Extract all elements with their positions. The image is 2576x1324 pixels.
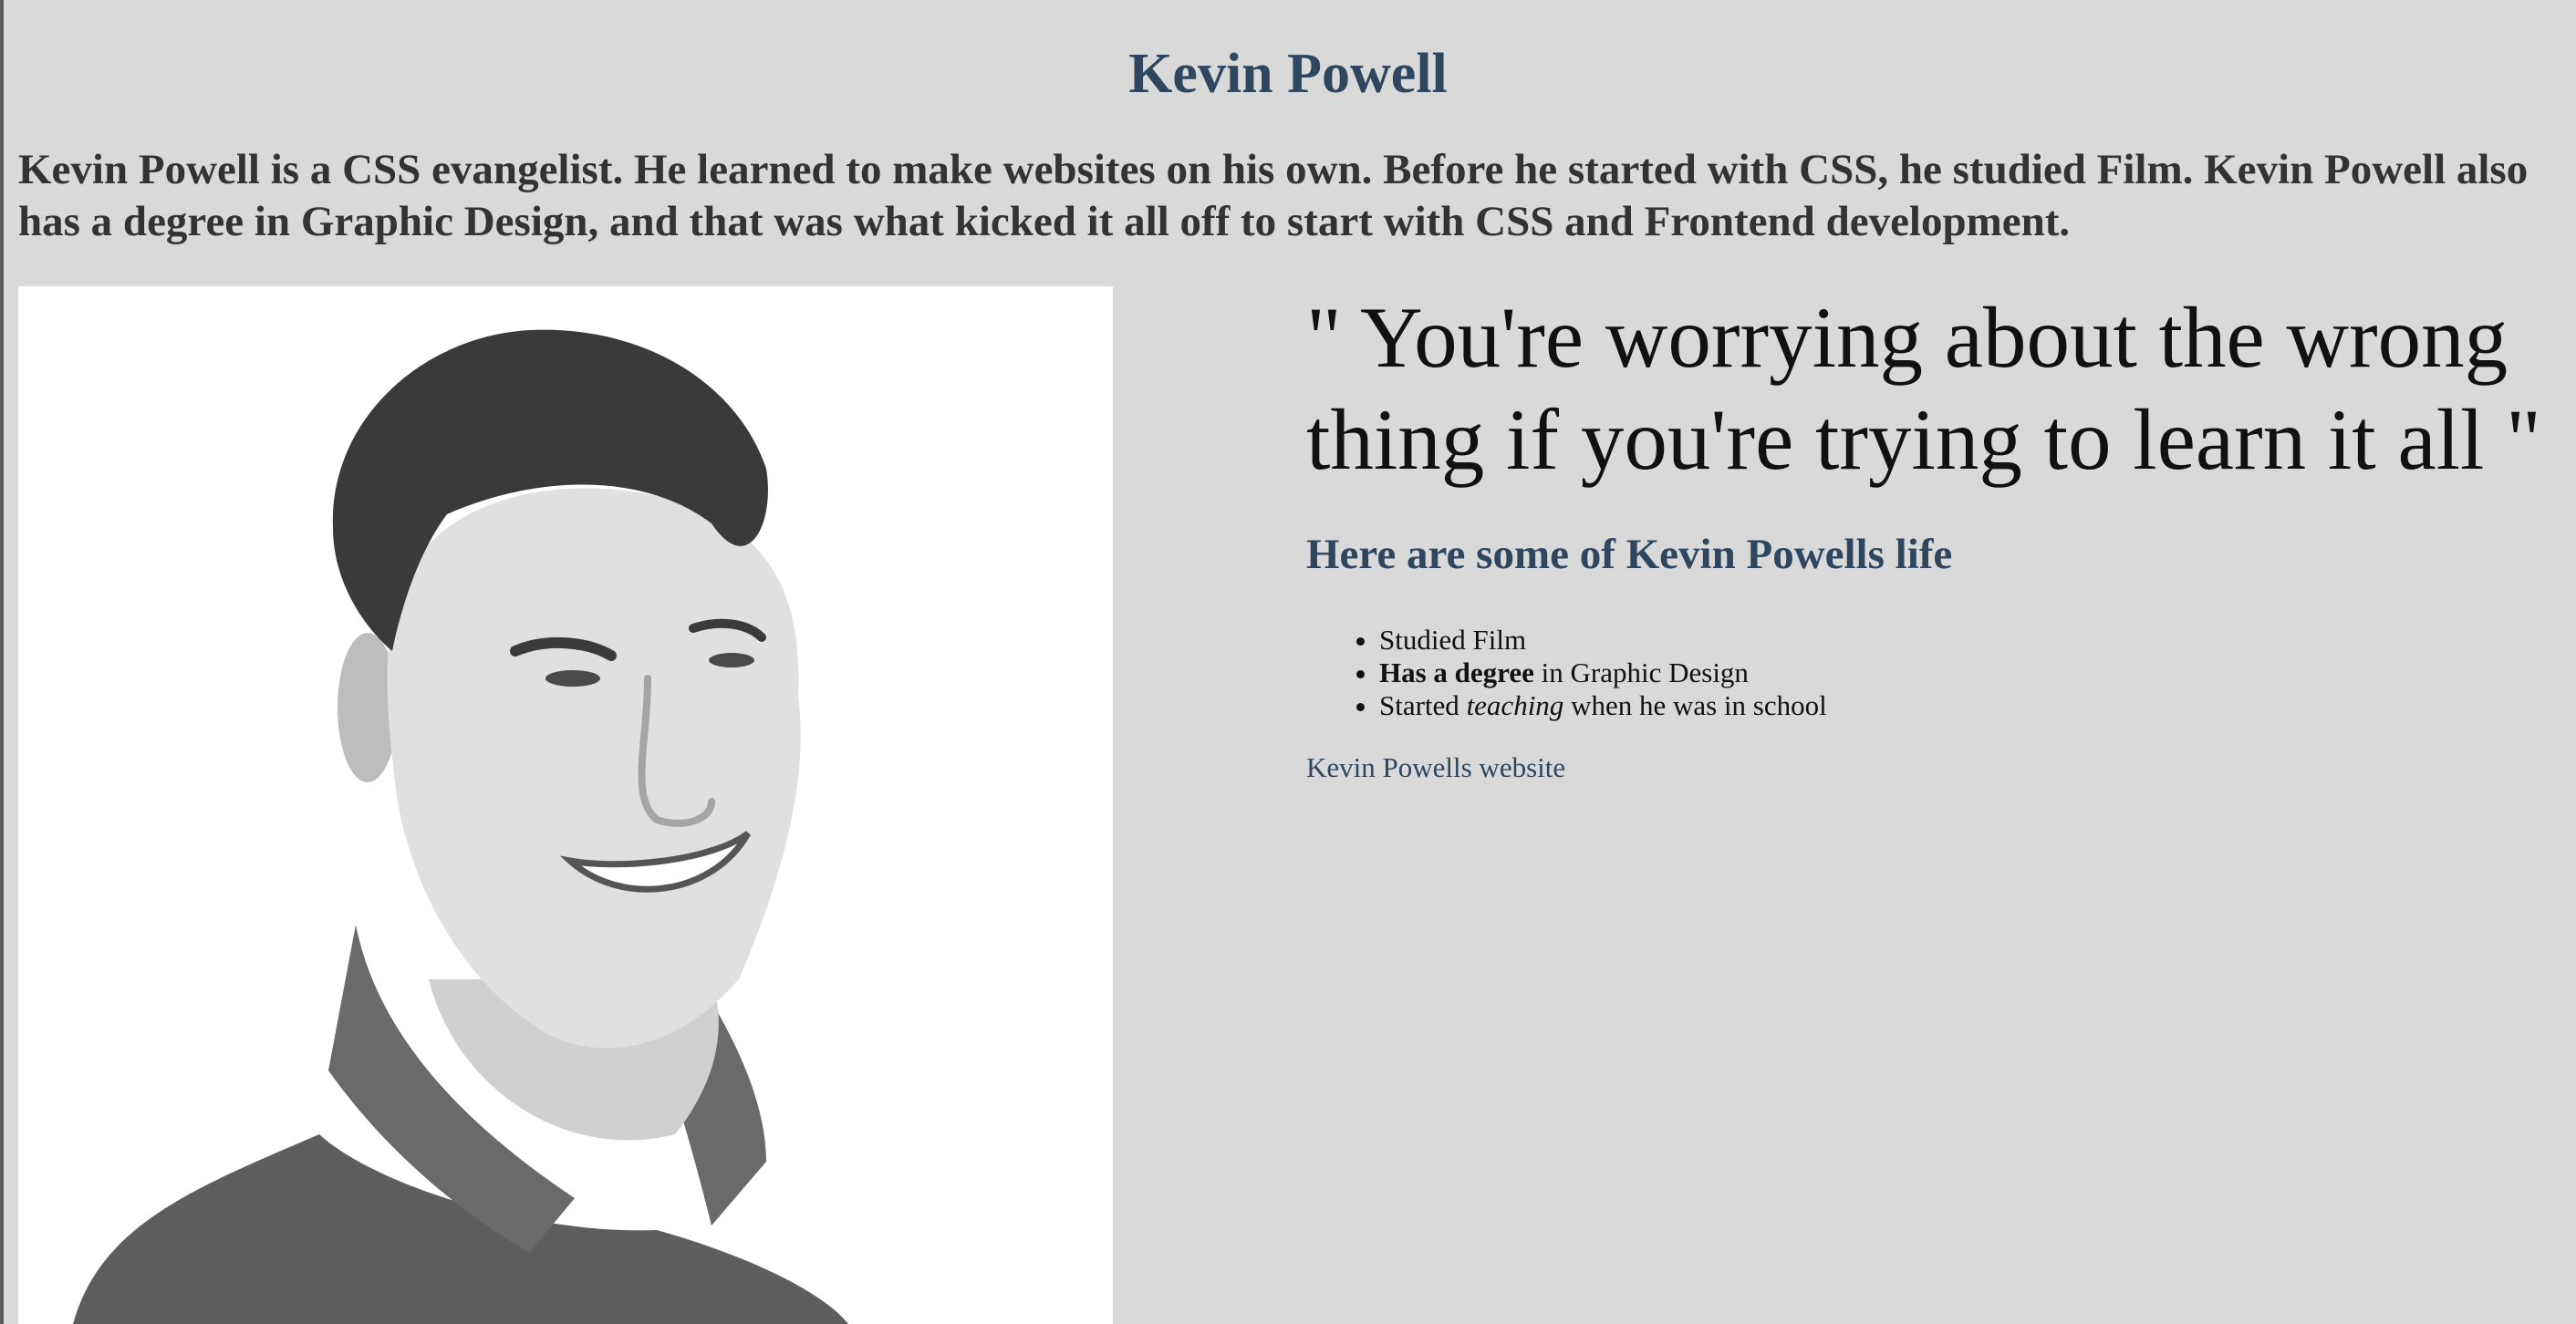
list-item-bold: Has a degree: [1379, 657, 1534, 688]
list-item: Studied Film: [1379, 624, 1827, 657]
list-item-text: Studied Film: [1379, 624, 1527, 656]
intro-paragraph: Kevin Powell is a CSS evangelist. He lea…: [18, 146, 2529, 245]
list-item: Has a degree in Graphic Design: [1379, 657, 1827, 689]
life-heading: Here are some of Kevin Powells life: [1306, 531, 1953, 578]
page-title: Kevin Powell: [1128, 43, 1448, 105]
list-item-text: when he was in school: [1563, 689, 1827, 721]
portrait-photo: [18, 286, 1113, 1324]
list-item-italic: teaching: [1466, 689, 1564, 721]
window-left-edge: [0, 0, 4, 1324]
life-list: Studied Film Has a degree in Graphic Des…: [1306, 624, 1827, 722]
list-item-text: in Graphic Design: [1533, 657, 1749, 688]
list-item: Started teaching when he was in school: [1379, 689, 1827, 722]
portrait-image: [18, 286, 1113, 1324]
list-item-text: Started: [1379, 689, 1467, 721]
quote-text: " You're worrying about the wrong thing …: [1306, 289, 2541, 488]
website-link[interactable]: Kevin Powells website: [1306, 750, 1565, 786]
